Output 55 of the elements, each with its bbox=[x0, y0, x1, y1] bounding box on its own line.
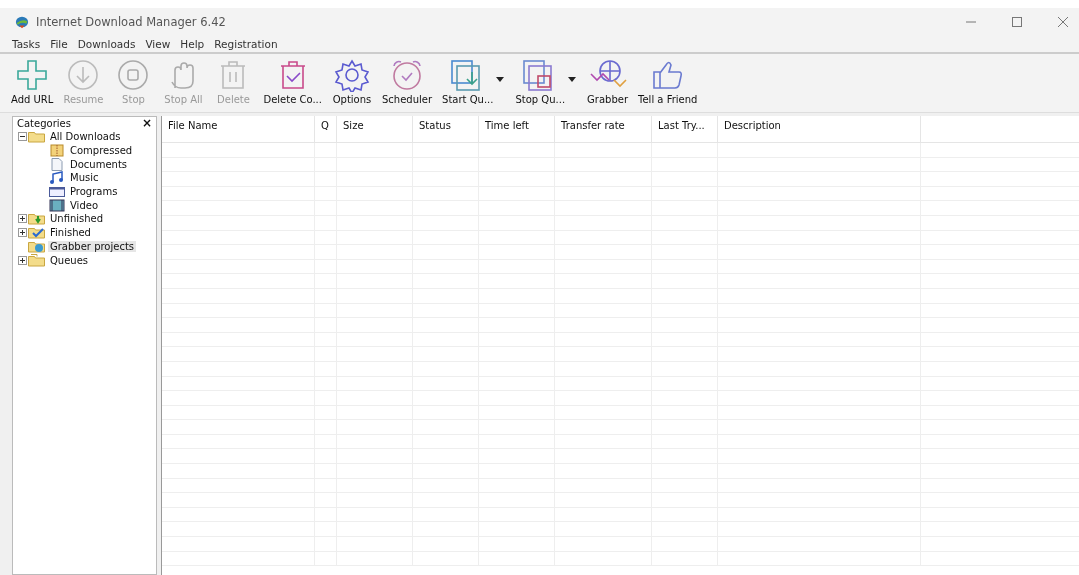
column-header[interactable]: Q bbox=[315, 116, 337, 142]
tree-item[interactable]: Video bbox=[68, 199, 101, 211]
column-header[interactable]: Transfer rate bbox=[555, 116, 652, 142]
folder-icon bbox=[28, 226, 46, 240]
tree-item[interactable]: Compressed bbox=[68, 145, 135, 157]
toolbar-button[interactable]: Scheduler bbox=[377, 54, 438, 105]
folder-icon bbox=[28, 239, 46, 253]
column-header[interactable]: File Name bbox=[162, 116, 315, 142]
column-header[interactable]: Time left bbox=[479, 116, 555, 142]
app-logo-icon bbox=[14, 14, 30, 29]
tree-item[interactable]: Documents bbox=[68, 158, 130, 170]
document-icon bbox=[48, 157, 66, 171]
caret-icon[interactable] bbox=[568, 77, 577, 82]
maximize-icon[interactable] bbox=[1011, 15, 1023, 28]
caret-icon[interactable] bbox=[496, 77, 505, 82]
toolbar-button[interactable]: Stop Qu... bbox=[510, 54, 571, 105]
tree-item[interactable]: Music bbox=[68, 172, 101, 184]
expand-icon[interactable] bbox=[18, 255, 27, 265]
menu-item[interactable]: View bbox=[145, 37, 171, 50]
menu-item[interactable]: Registration bbox=[214, 37, 278, 50]
collapse-icon[interactable] bbox=[18, 132, 27, 142]
panel-title: Categories bbox=[17, 118, 71, 129]
toolbar-button[interactable]: Tell a Friend bbox=[633, 54, 703, 105]
toolbar-button[interactable]: Delete Co... bbox=[258, 54, 327, 105]
folder-icon bbox=[28, 253, 46, 267]
expand-icon[interactable] bbox=[18, 228, 27, 238]
tree-item[interactable]: Grabber projects bbox=[48, 240, 137, 252]
music-note-icon bbox=[48, 171, 66, 185]
folder-icon bbox=[28, 130, 46, 144]
menu-item[interactable]: Help bbox=[180, 37, 205, 50]
menu-item[interactable]: Tasks bbox=[12, 37, 41, 50]
window-title: Internet Download Manager 6.42 bbox=[36, 14, 226, 29]
archive-icon bbox=[48, 144, 66, 158]
tree-item[interactable]: Finished bbox=[48, 227, 93, 239]
expand-icon[interactable] bbox=[18, 214, 27, 224]
toolbar-button[interactable]: Grabber bbox=[582, 54, 634, 105]
tree-item[interactable]: Programs bbox=[68, 186, 120, 198]
column-header[interactable]: Description bbox=[718, 116, 921, 142]
menu-item[interactable]: File bbox=[50, 37, 68, 50]
toolbar-button[interactable]: Add URL bbox=[6, 54, 59, 105]
column-header[interactable]: Last Try... bbox=[652, 116, 718, 142]
column-header[interactable]: Size bbox=[337, 116, 413, 142]
settings-icon bbox=[332, 58, 372, 92]
column-header[interactable]: Status bbox=[413, 116, 479, 142]
menu-item[interactable]: Downloads bbox=[77, 37, 136, 50]
tree-item[interactable]: Queues bbox=[48, 254, 91, 266]
toolbar-button[interactable]: Start Qu... bbox=[437, 54, 499, 105]
toolbar-button[interactable]: Options bbox=[327, 54, 377, 105]
tree-item[interactable]: Unfinished bbox=[48, 213, 106, 225]
film-icon bbox=[48, 198, 66, 212]
folder-icon bbox=[28, 212, 46, 226]
close-button[interactable]: × bbox=[141, 118, 152, 129]
tree-item[interactable]: All Downloads bbox=[48, 131, 123, 143]
close-icon[interactable] bbox=[1057, 15, 1069, 28]
window-icon bbox=[48, 185, 66, 199]
